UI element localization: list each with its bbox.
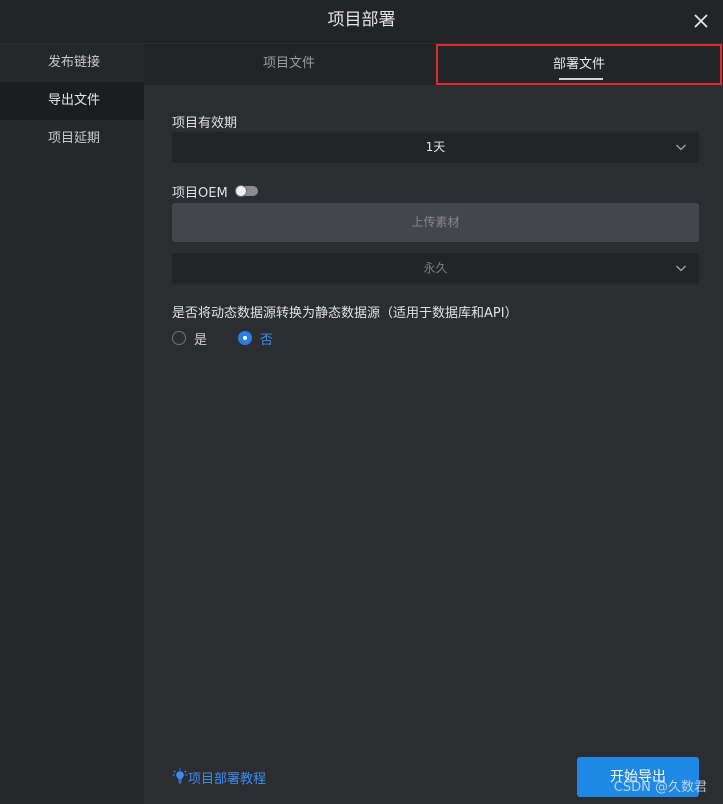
- validity-select-value: 1天: [425, 140, 446, 154]
- main-content: 项目文件 部署文件 项目有效期 1天 项目OEM 上传素材 永久 是否将动态数据…: [144, 44, 723, 804]
- oem-validity-select-value: 永久: [423, 261, 448, 275]
- oem-toggle[interactable]: [235, 185, 258, 197]
- convert-radio-no[interactable]: 否: [238, 330, 278, 348]
- dialog-title: 项目部署: [327, 10, 396, 30]
- radio-checked-icon: [238, 331, 252, 345]
- chevron-down-icon: [676, 144, 686, 151]
- convert-radio-no-label: 否: [260, 333, 274, 348]
- dialog-titlebar: 项目部署: [0, 0, 723, 44]
- chevron-down-icon: [676, 265, 686, 272]
- watermark: CSDN @久数君: [613, 780, 707, 795]
- convert-radio-yes-label: 是: [194, 333, 208, 348]
- convert-radio-yes[interactable]: 是: [172, 330, 212, 348]
- tab-bar: 项目文件 部署文件: [144, 44, 723, 85]
- tab-deploy-files[interactable]: 部署文件: [436, 44, 722, 85]
- convert-question-label: 是否将动态数据源转换为静态数据源（适用于数据库和API）: [172, 306, 518, 321]
- upload-material-button[interactable]: 上传素材: [172, 203, 699, 242]
- active-tab-underline: [559, 78, 603, 80]
- deploy-tutorial-label: 项目部署教程: [188, 772, 267, 787]
- sidebar-item-export-file[interactable]: 导出文件: [0, 82, 144, 120]
- sidebar-item-project-extension[interactable]: 项目延期: [0, 120, 144, 158]
- close-icon[interactable]: [689, 9, 713, 33]
- validity-label: 项目有效期: [172, 116, 238, 131]
- oem-toggle-knob: [235, 185, 247, 197]
- oem-label: 项目OEM: [172, 186, 228, 201]
- tab-deploy-files-label: 部署文件: [552, 57, 605, 72]
- tab-project-files[interactable]: 项目文件: [144, 44, 434, 85]
- oem-validity-select[interactable]: 永久: [172, 253, 699, 284]
- lightbulb-icon: [172, 768, 188, 784]
- sidebar-item-publish-link[interactable]: 发布链接: [0, 44, 144, 82]
- radio-circle-icon: [172, 331, 186, 345]
- sidebar: 发布链接 导出文件 项目延期: [0, 44, 144, 804]
- validity-select[interactable]: 1天: [172, 132, 699, 163]
